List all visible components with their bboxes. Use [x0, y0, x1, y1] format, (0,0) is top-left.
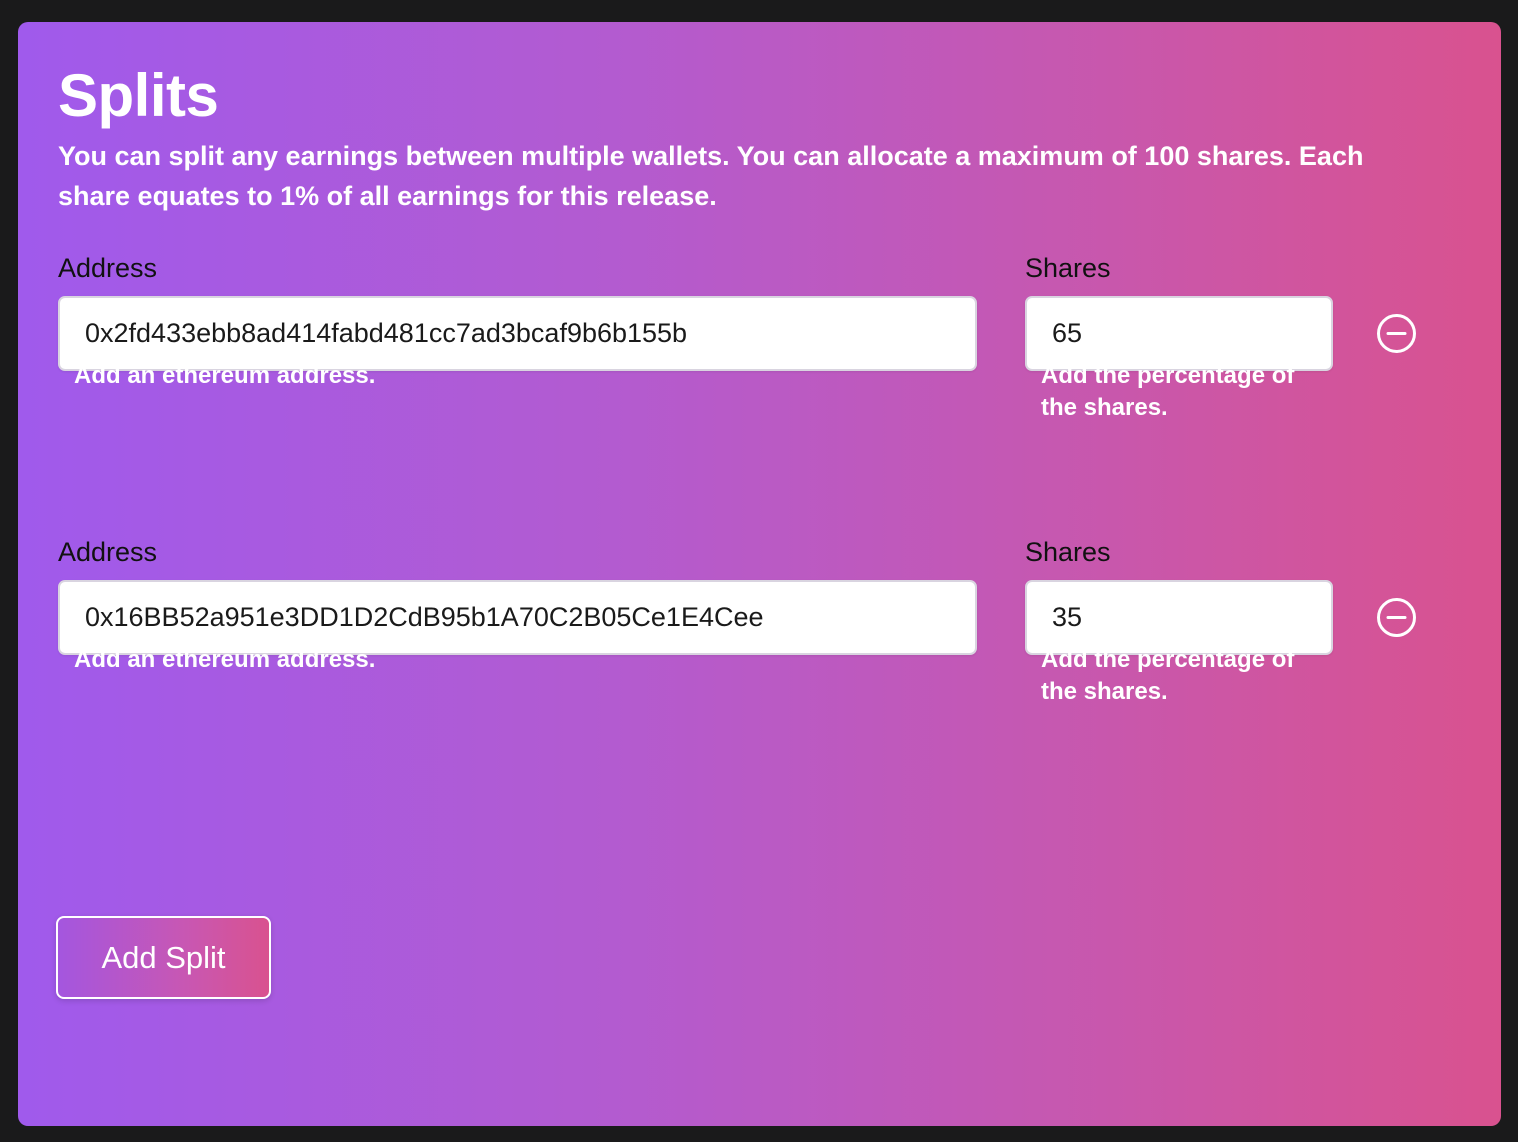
shares-help-text: Add the percentage of the shares. — [1041, 362, 1295, 421]
shares-label: Shares — [1025, 253, 1111, 283]
minus-circle-icon — [1377, 598, 1416, 637]
remove-split-button[interactable] — [1376, 313, 1417, 354]
remove-split-button[interactable] — [1376, 597, 1417, 638]
address-label: Address — [58, 253, 158, 283]
split-row: Address Shares Add an ethereum address. … — [58, 536, 1458, 776]
page-description: You can split any earnings between multi… — [58, 141, 1364, 211]
address-label: Address — [58, 537, 158, 567]
split-row: Address Shares Add an ethereum address. … — [58, 252, 1458, 492]
splits-card: Splits You can split any earnings betwee… — [18, 22, 1501, 1126]
shares-label: Shares — [1025, 537, 1111, 567]
address-help-text: Add an ethereum address. — [74, 362, 376, 389]
shares-help-text: Add the percentage of the shares. — [1041, 646, 1295, 705]
add-split-button[interactable]: Add Split — [56, 916, 271, 999]
address-help-text: Add an ethereum address. — [74, 646, 376, 673]
page-title: Splits — [58, 62, 219, 129]
minus-circle-icon — [1377, 314, 1416, 353]
